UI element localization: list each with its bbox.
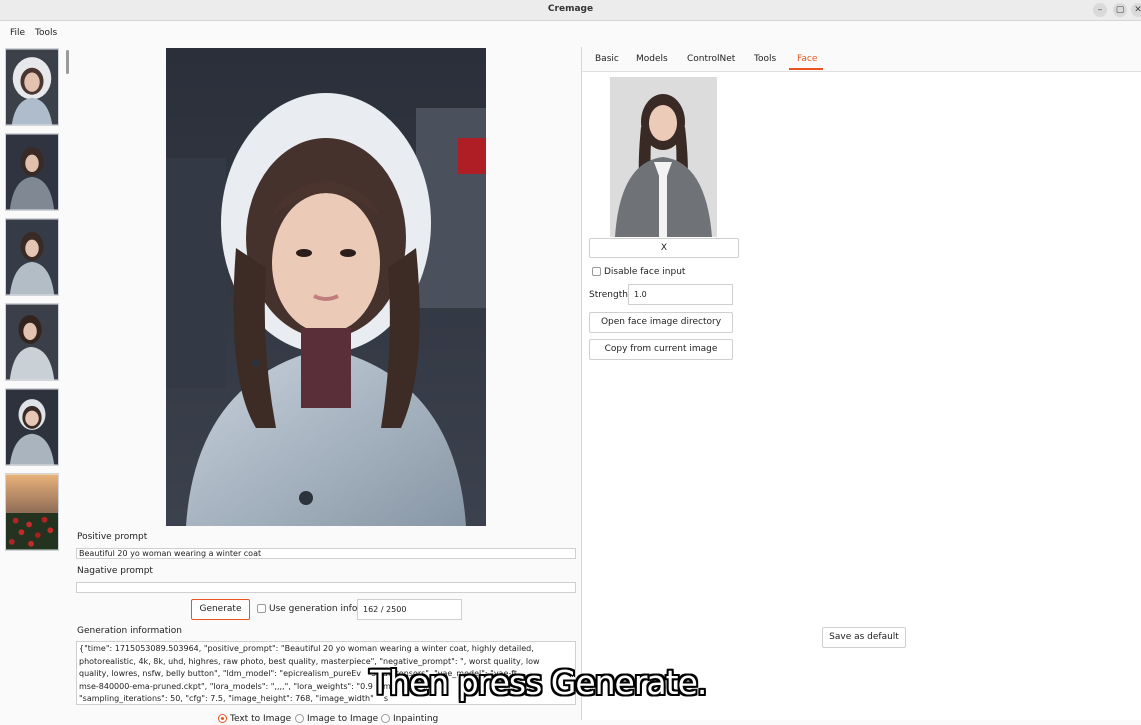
negative-prompt-label: Nagative prompt (77, 566, 153, 576)
mode-image-to-image-label: Image to Image (307, 714, 379, 724)
face-input-image (610, 77, 717, 237)
minimize-button[interactable]: – (1093, 3, 1107, 17)
open-face-image-directory-button[interactable]: Open face image directory (589, 312, 733, 333)
save-as-default-button[interactable]: Save as default (822, 627, 906, 648)
maximize-button[interactable]: ▢ (1113, 3, 1127, 17)
tab-tools[interactable]: Tools (754, 54, 776, 64)
title-bar: Cremage – ▢ ✕ (0, 0, 1141, 21)
thumbnail-1[interactable] (5, 48, 59, 126)
thumbnail-4[interactable] (5, 303, 59, 381)
tab-models[interactable]: Models (636, 54, 668, 64)
positive-prompt-label: Positive prompt (77, 532, 148, 542)
menu-tools[interactable]: Tools (35, 28, 57, 38)
strength-label: Strength (589, 290, 628, 300)
thumbnail-6[interactable] (5, 473, 59, 551)
thumbnail-scrollbar[interactable] (66, 50, 69, 74)
thumbnail-2[interactable] (5, 133, 59, 211)
thumbnail-3[interactable] (5, 218, 59, 296)
mode-image-to-image-radio[interactable] (295, 714, 304, 723)
menu-file[interactable]: File (10, 28, 25, 38)
close-button[interactable]: ✕ (1131, 3, 1141, 17)
generation-info-label: Generation information (77, 626, 183, 636)
mode-inpainting-radio[interactable] (381, 714, 390, 723)
thumbnail-5[interactable] (5, 388, 59, 466)
mode-text-to-image-label: Text to Image (230, 714, 292, 724)
thumbnail-list (5, 48, 61, 551)
generated-image (166, 48, 486, 526)
window-title: Cremage (547, 4, 594, 14)
settings-pane: Basic Models ControlNet Tools Face X Dis… (581, 47, 1141, 720)
tab-face[interactable]: Face (797, 54, 817, 64)
clear-face-button[interactable]: X (589, 238, 739, 258)
menu-bar: File Tools (0, 21, 1141, 43)
generation-counter: 162 / 2500 (357, 599, 462, 620)
settings-tabs: Basic Models ControlNet Tools Face (582, 47, 1141, 72)
video-caption: Then press Generate. (370, 663, 707, 702)
generate-button[interactable]: Generate (191, 599, 250, 620)
mode-inpainting-label: Inpainting (393, 714, 439, 724)
disable-face-input-checkbox[interactable] (592, 267, 601, 276)
active-tab-indicator (789, 68, 823, 70)
use-generation-info-checkbox[interactable] (257, 604, 266, 613)
copy-from-current-image-button[interactable]: Copy from current image (589, 339, 733, 360)
strength-input[interactable]: 1.0 (628, 284, 733, 305)
tab-basic[interactable]: Basic (595, 54, 619, 64)
positive-prompt-input[interactable]: Beautiful 20 yo woman wearing a winter c… (76, 548, 576, 559)
disable-face-input-label: Disable face input (604, 267, 686, 277)
mode-text-to-image-radio[interactable] (218, 714, 227, 723)
use-generation-info-label: Use generation info (269, 604, 358, 614)
negative-prompt-input[interactable] (76, 582, 576, 593)
tab-controlnet[interactable]: ControlNet (687, 54, 735, 64)
